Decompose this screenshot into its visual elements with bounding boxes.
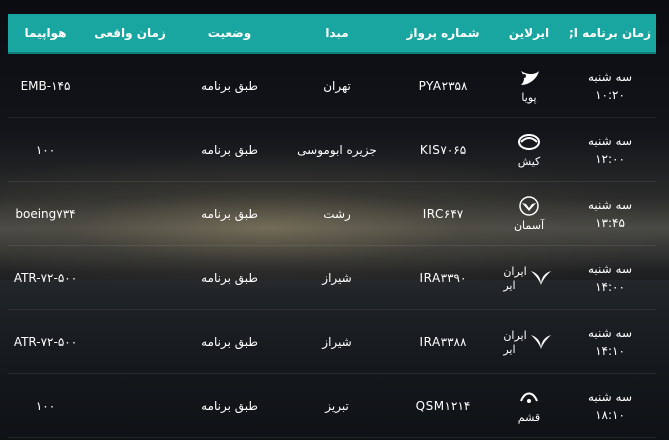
- origin: تهران: [323, 78, 351, 93]
- table-row[interactable]: سه شنبه ۱۴:۰۰ ایران ایر IRA۳۳۹۰ شیراز طب…: [8, 246, 656, 310]
- header-scheduled: زمان برنامه ا;: [568, 26, 652, 40]
- flight-number: QSM۱۲۱۴: [415, 398, 471, 413]
- day-label: سه شنبه: [587, 389, 633, 404]
- airline-name-block: ایران ایر: [503, 265, 526, 293]
- scheduled-cell: سه شنبه ۱۴:۱۰: [564, 310, 656, 373]
- aircraft: ۱۰۰: [35, 398, 56, 413]
- qeshm-logo-icon: [520, 392, 538, 403]
- table-row[interactable]: سه شنبه ۱۸:۱۰ قشم QSM۱۲۱۴ تبریز طبق برنا…: [8, 374, 656, 438]
- day-label: سه شنبه: [587, 325, 633, 340]
- flight-number: PYA۲۳۵۸: [418, 78, 468, 93]
- time-label: ۱۰:۲۰: [595, 87, 625, 102]
- airline-name-second: ایر: [503, 278, 516, 292]
- scheduled-cell: سه شنبه ۱۸:۱۰: [564, 374, 656, 437]
- aircraft: ۱۰۰: [35, 142, 56, 157]
- scheduled-cell: سه شنبه ۱۳:۴۵: [564, 182, 656, 245]
- airline-cell: پویا: [494, 54, 564, 117]
- airline-cell: ایران ایر: [494, 246, 564, 309]
- origin: جزیره ابوموسی: [297, 142, 377, 157]
- actual-time: [83, 118, 177, 181]
- status: طبق برنامه: [201, 78, 258, 93]
- scheduled-cell: سه شنبه ۱۴:۰۰: [564, 246, 656, 309]
- aircraft: EMB-۱۴۵: [20, 78, 71, 93]
- time-label: ۱۸:۱۰: [595, 407, 625, 422]
- aseman-logo-icon: [519, 196, 539, 216]
- status: طبق برنامه: [201, 270, 258, 285]
- airline-cell: کیش: [494, 118, 564, 181]
- flight-schedule-table: زمان برنامه ا; ایرلاین شماره پرواز مبدا …: [8, 14, 656, 439]
- day-label: سه شنبه: [587, 197, 633, 212]
- flight-number: KIS۷۰۶۵: [419, 142, 467, 157]
- day-label: سه شنبه: [587, 133, 633, 148]
- aircraft: ATR-۷۲-۵۰۰: [13, 334, 78, 349]
- header-flight-no: شماره پرواز: [406, 26, 480, 40]
- iranair-logo-icon: [530, 334, 551, 349]
- airline-name: پویا: [521, 91, 537, 104]
- status: طبق برنامه: [201, 206, 258, 221]
- origin: رشت: [323, 206, 351, 221]
- airline-name-block: ایران ایر: [503, 329, 526, 357]
- flight-number: IRC۶۴۷: [422, 206, 464, 221]
- airline-cell: ایران ایر: [494, 310, 564, 373]
- aircraft: ATR-۷۲-۵۰۰: [13, 270, 78, 285]
- iranair-logo-icon: [530, 270, 551, 285]
- table-row[interactable]: سه شنبه ۱۴:۱۰ ایران ایر IRA۳۳۸۸ شیراز طب…: [8, 310, 656, 374]
- airline-name: آسمان: [513, 219, 545, 232]
- header-aircraft: هواپیما: [24, 26, 67, 40]
- table-header: زمان برنامه ا; ایرلاین شماره پرواز مبدا …: [8, 14, 656, 54]
- origin: تبریز: [325, 398, 349, 413]
- actual-time: [83, 54, 177, 117]
- actual-time: [83, 374, 177, 437]
- airline-cell: آسمان: [494, 182, 564, 245]
- status: طبق برنامه: [201, 334, 258, 349]
- time-label: ۱۴:۰۰: [595, 279, 625, 294]
- scheduled-cell: سه شنبه ۱۰:۲۰: [564, 54, 656, 117]
- airline-name: ایران: [503, 328, 527, 342]
- day-label: سه شنبه: [587, 261, 633, 276]
- header-status: وضعیت: [207, 26, 252, 40]
- origin: شیراز: [322, 334, 352, 349]
- header-actual-time: زمان واقعی: [94, 26, 166, 40]
- time-label: ۱۳:۴۵: [595, 215, 625, 230]
- table-row[interactable]: سه شنبه ۱۰:۲۰ پویا PYA۲۳۵۸ تهران طبق برن…: [8, 54, 656, 118]
- table-row[interactable]: سه شنبه ۱۲:۰۰ کیش KIS۷۰۶۵ جزیره ابوموسی …: [8, 118, 656, 182]
- airline-name: ایران: [503, 264, 527, 278]
- aircraft: boeing۷۳۴: [15, 206, 76, 221]
- airline-name: قشم: [517, 411, 541, 424]
- flight-number: IRA۳۳۸۸: [419, 334, 467, 349]
- flight-number: IRA۳۳۹۰: [419, 270, 467, 285]
- pouya-logo-icon: [521, 71, 539, 85]
- origin: شیراز: [322, 270, 352, 285]
- kish-logo-icon: [518, 134, 540, 150]
- header-airline: ایرلاین: [508, 26, 550, 40]
- scheduled-cell: سه شنبه ۱۲:۰۰: [564, 118, 656, 181]
- time-label: ۱۲:۰۰: [595, 151, 625, 166]
- time-label: ۱۴:۱۰: [595, 343, 625, 358]
- status: طبق برنامه: [201, 142, 258, 157]
- actual-time: [83, 310, 177, 373]
- day-label: سه شنبه: [587, 69, 633, 84]
- actual-time: [83, 246, 177, 309]
- header-origin: مبدا: [325, 26, 349, 40]
- airline-cell: قشم: [494, 374, 564, 437]
- table-row[interactable]: سه شنبه ۱۳:۴۵ آسمان IRC۶۴۷ رشت طبق برنام…: [8, 182, 656, 246]
- actual-time: [83, 182, 177, 245]
- airline-name-second: ایر: [503, 342, 516, 356]
- status: طبق برنامه: [201, 398, 258, 413]
- airline-name: کیش: [517, 155, 541, 168]
